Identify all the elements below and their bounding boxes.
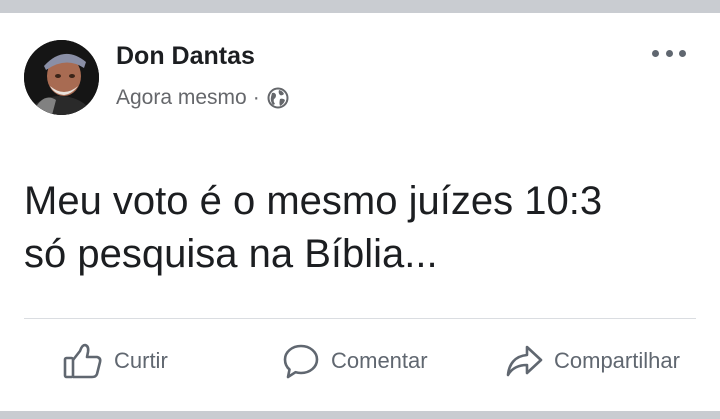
share-button[interactable]: Compartilhar xyxy=(504,338,680,384)
like-button[interactable]: Curtir xyxy=(62,338,168,384)
more-options-icon[interactable] xyxy=(652,47,686,59)
divider xyxy=(24,318,696,319)
globe-icon[interactable] xyxy=(267,87,289,109)
post-text: Meu voto é o mesmo juízes 10:3 só pesqui… xyxy=(24,175,704,281)
post-card: Don Dantas Agora mesmo · Meu voto é o me… xyxy=(0,13,720,411)
action-bar: Curtir Comentar Compartilhar xyxy=(0,338,720,384)
comment-label: Comentar xyxy=(331,348,428,373)
post-timestamp[interactable]: Agora mesmo xyxy=(116,86,247,110)
share-label: Compartilhar xyxy=(554,348,680,373)
share-icon xyxy=(506,345,543,377)
like-label: Curtir xyxy=(114,348,168,373)
bottom-separator xyxy=(0,411,720,419)
meta-separator: · xyxy=(252,86,260,109)
avatar-image xyxy=(24,40,99,115)
comment-button[interactable]: Comentar xyxy=(281,338,428,384)
thumbs-up-icon xyxy=(63,343,102,379)
post-text-line-2: só pesquisa na Bíblia... xyxy=(24,232,438,276)
post-text-line-1: Meu voto é o mesmo juízes 10:3 xyxy=(24,179,603,223)
author-name[interactable]: Don Dantas xyxy=(116,42,255,71)
avatar[interactable] xyxy=(24,40,99,115)
post-meta: Agora mesmo · xyxy=(116,86,289,110)
comment-icon xyxy=(283,344,319,379)
